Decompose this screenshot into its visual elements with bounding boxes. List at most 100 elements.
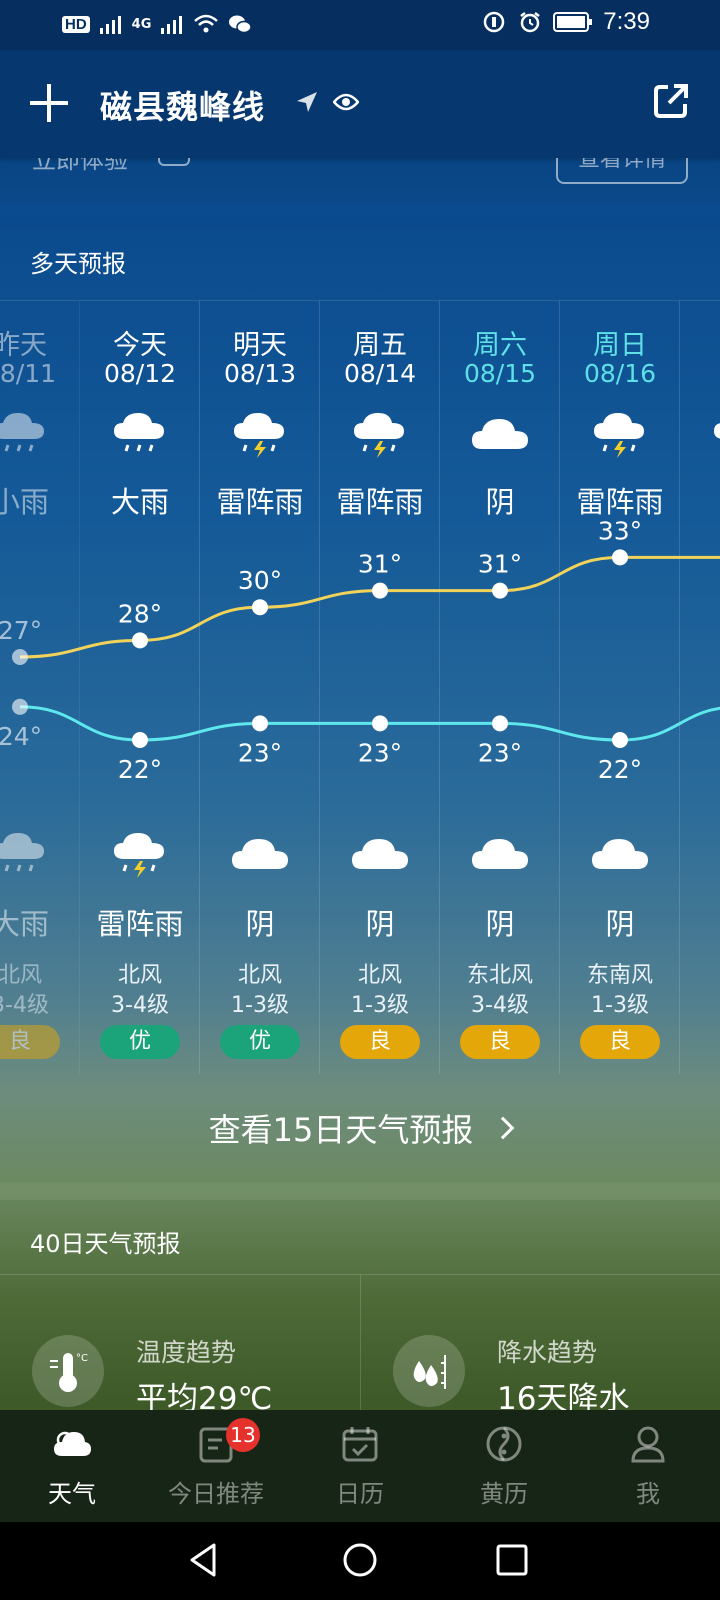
app-header: 磁县魏峰线 [0,50,720,158]
wind-level: 1-3级 [231,993,289,1018]
wind-level: 3-4级 [471,993,529,1018]
day-weather: 阴 [485,485,515,519]
nav-calendar-label: 日历 [336,1480,384,1508]
view-15-day-forecast-link[interactable]: 查看15日天气预报 [0,1074,720,1182]
day-date: 08/16 [583,359,657,388]
day-date: 08/13 [223,359,297,388]
battery-icon [553,12,593,32]
chevron-right-icon [492,1116,515,1140]
aqi-badge: 优 [220,1025,300,1059]
thunderstorm-icon [590,409,650,459]
thermometer-icon: °C [32,1335,104,1407]
network-type-icon: 4G [131,16,152,32]
cloud-icon [470,409,530,459]
hd-icon: HD [62,15,90,33]
day-date: 08/14 [343,359,417,388]
forecast-day-column[interactable]: 明天 08/13 雷阵雨阴北风 1-3级优 [200,301,320,1074]
view-details-button[interactable]: 查看详情 [556,158,688,184]
aqi-badge: 良 [580,1025,660,1059]
forecast-day-column[interactable]: 周日 08/16 雷阵雨阴东南风 1-3级良 [560,301,680,1074]
aqi-badge: 良 [460,1025,540,1059]
temperature-trend-label: 温度趋势 [136,1338,237,1367]
day-weather: 大雨 [110,485,169,519]
alarm-icon [520,12,541,33]
aqi-badge: 良 [0,1025,60,1059]
link-15-label: 查看15日天气预报 [208,1111,474,1149]
wind-level: 3-4级 [0,993,49,1018]
forecast-day-column[interactable]: 周六 08/15 阴阴东北风 3-4级良 [440,301,560,1074]
wechat-icon [229,15,253,34]
forecast-title: 多天预报 [30,250,126,278]
wind-level: 1-3级 [591,993,649,1018]
signal-icon [161,16,183,34]
try-now-text[interactable]: 立即体验 [32,158,128,175]
day-name: 周五 [353,330,407,361]
day-weather: 雷阵雨 [216,485,304,519]
day-weather: 雷阵雨 [576,485,664,519]
calendar-icon [342,1427,378,1462]
system-navigation-bar [0,1522,720,1600]
forecast-day-column[interactable]: 周五 08/14 雷阵雨阴北风 1-3级良 [320,301,440,1074]
day-name: 今天 [113,330,167,361]
wind-direction: 东北风 [466,963,533,988]
night-weather: 阴 [365,907,395,941]
forecast-day-column[interactable]: 周08雷东1 [680,301,720,1074]
day-date: 08/12 [103,359,177,388]
nav-weather[interactable]: 天气 [0,1410,144,1522]
precipitation-trend[interactable]: 降水趋势 16天降水 [360,1275,720,1417]
cloud-icon [350,829,410,879]
thunderstorm-icon [110,829,170,879]
wind-direction: 东 [680,957,720,989]
wind-direction: 东南风 [586,963,653,988]
thunderstorm-icon [230,409,290,459]
aqi-badge: 良 [340,1025,420,1059]
forecast-day-column[interactable]: 今天 08/12 大雨 雷阵雨 北风 3-4级优 [80,301,200,1074]
wind-level: 3-4级 [111,993,169,1018]
share-icon[interactable] [652,82,690,120]
signal-icon [99,16,121,34]
data-saver-icon [484,11,505,33]
back-icon[interactable] [186,1542,220,1578]
cloud-icon [54,1431,91,1456]
night-weather: 阴 [605,907,635,941]
wind-direction: 北风 [0,963,42,988]
location-arrow-icon [297,92,317,112]
city-name[interactable]: 磁县魏峰线 [100,82,265,128]
precipitation-trend-label: 降水趋势 [497,1338,598,1367]
cloud-icon [590,829,650,879]
forecast40-title: 40日天气预报 [30,1230,181,1258]
temperature-trend[interactable]: °C 温度趋势 平均29℃ [0,1275,360,1417]
section-divider [0,204,720,220]
multi-day-forecast[interactable]: 昨天08/11小雨大雨北风3-4级良今天08/12大雨雷阵雨北风3-4级优明天0… [0,300,720,1074]
cloud-icon [470,829,530,879]
nav-almanac[interactable]: 黄历 [432,1410,576,1522]
forecast-day-column[interactable]: 昨天08/11小雨大雨北风3-4级良 [0,301,80,1074]
rain-icon [0,829,50,879]
day-date: 08/11 [0,359,57,388]
day-name: 周六 [473,330,527,361]
rain-drops-icon [393,1335,465,1407]
nav-profile[interactable]: 我 [576,1410,720,1522]
home-icon[interactable] [342,1542,378,1578]
wind-level: 1-3级 [351,993,409,1018]
day-name: 昨天 [0,330,47,361]
thunderstorm-icon [710,409,720,459]
eye-icon[interactable] [333,92,359,112]
wind-level: 1 [680,987,720,1012]
day-name: 周 [680,323,720,362]
section-divider [0,1182,720,1200]
nav-calendar[interactable]: 日历 [288,1410,432,1522]
nav-profile-label: 我 [636,1480,660,1508]
night-weather: 阴 [485,907,515,941]
forecast40-panel: °C 温度趋势 平均29℃ 降水趋势 16天降水 [0,1274,720,1417]
aqi-badge: 优 [100,1025,180,1059]
wind-direction: 北风 [357,963,402,988]
close-icon[interactable] [158,158,190,166]
nav-recommend[interactable]: 13 今日推荐 [144,1410,288,1522]
night-weather: 阴 [245,907,275,941]
nav-recommend-label: 今日推荐 [168,1480,264,1508]
day-date: 08/15 [463,359,537,388]
recent-apps-icon[interactable] [496,1544,528,1576]
add-city-icon[interactable] [30,84,68,122]
wind-direction: 北风 [117,963,162,988]
